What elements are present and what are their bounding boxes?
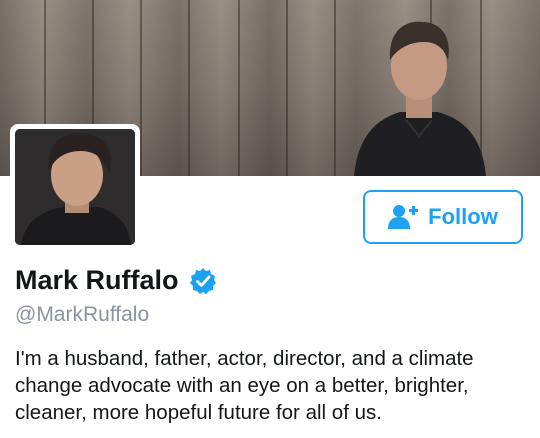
wood-plank-seam	[188, 0, 190, 176]
avatar[interactable]	[15, 129, 135, 245]
display-name: Mark Ruffalo	[15, 265, 179, 295]
wood-plank-seam	[286, 0, 288, 176]
header-portrait-figure	[354, 21, 486, 176]
profile-handle: @MarkRuffalo	[15, 303, 150, 326]
profile-bio: I'm a husband, father, actor, director, …	[15, 347, 474, 424]
wood-plank-seam	[238, 0, 240, 176]
add-user-icon	[388, 205, 419, 229]
profile-name-row: Mark Ruffalo	[15, 265, 217, 296]
wood-plank-seam	[334, 0, 336, 176]
follow-button[interactable]: Follow	[363, 190, 523, 244]
wood-plank-seam	[140, 0, 142, 176]
avatar-portrait	[15, 129, 135, 245]
follow-button-label: Follow	[428, 204, 498, 229]
verified-badge-icon	[189, 267, 216, 294]
